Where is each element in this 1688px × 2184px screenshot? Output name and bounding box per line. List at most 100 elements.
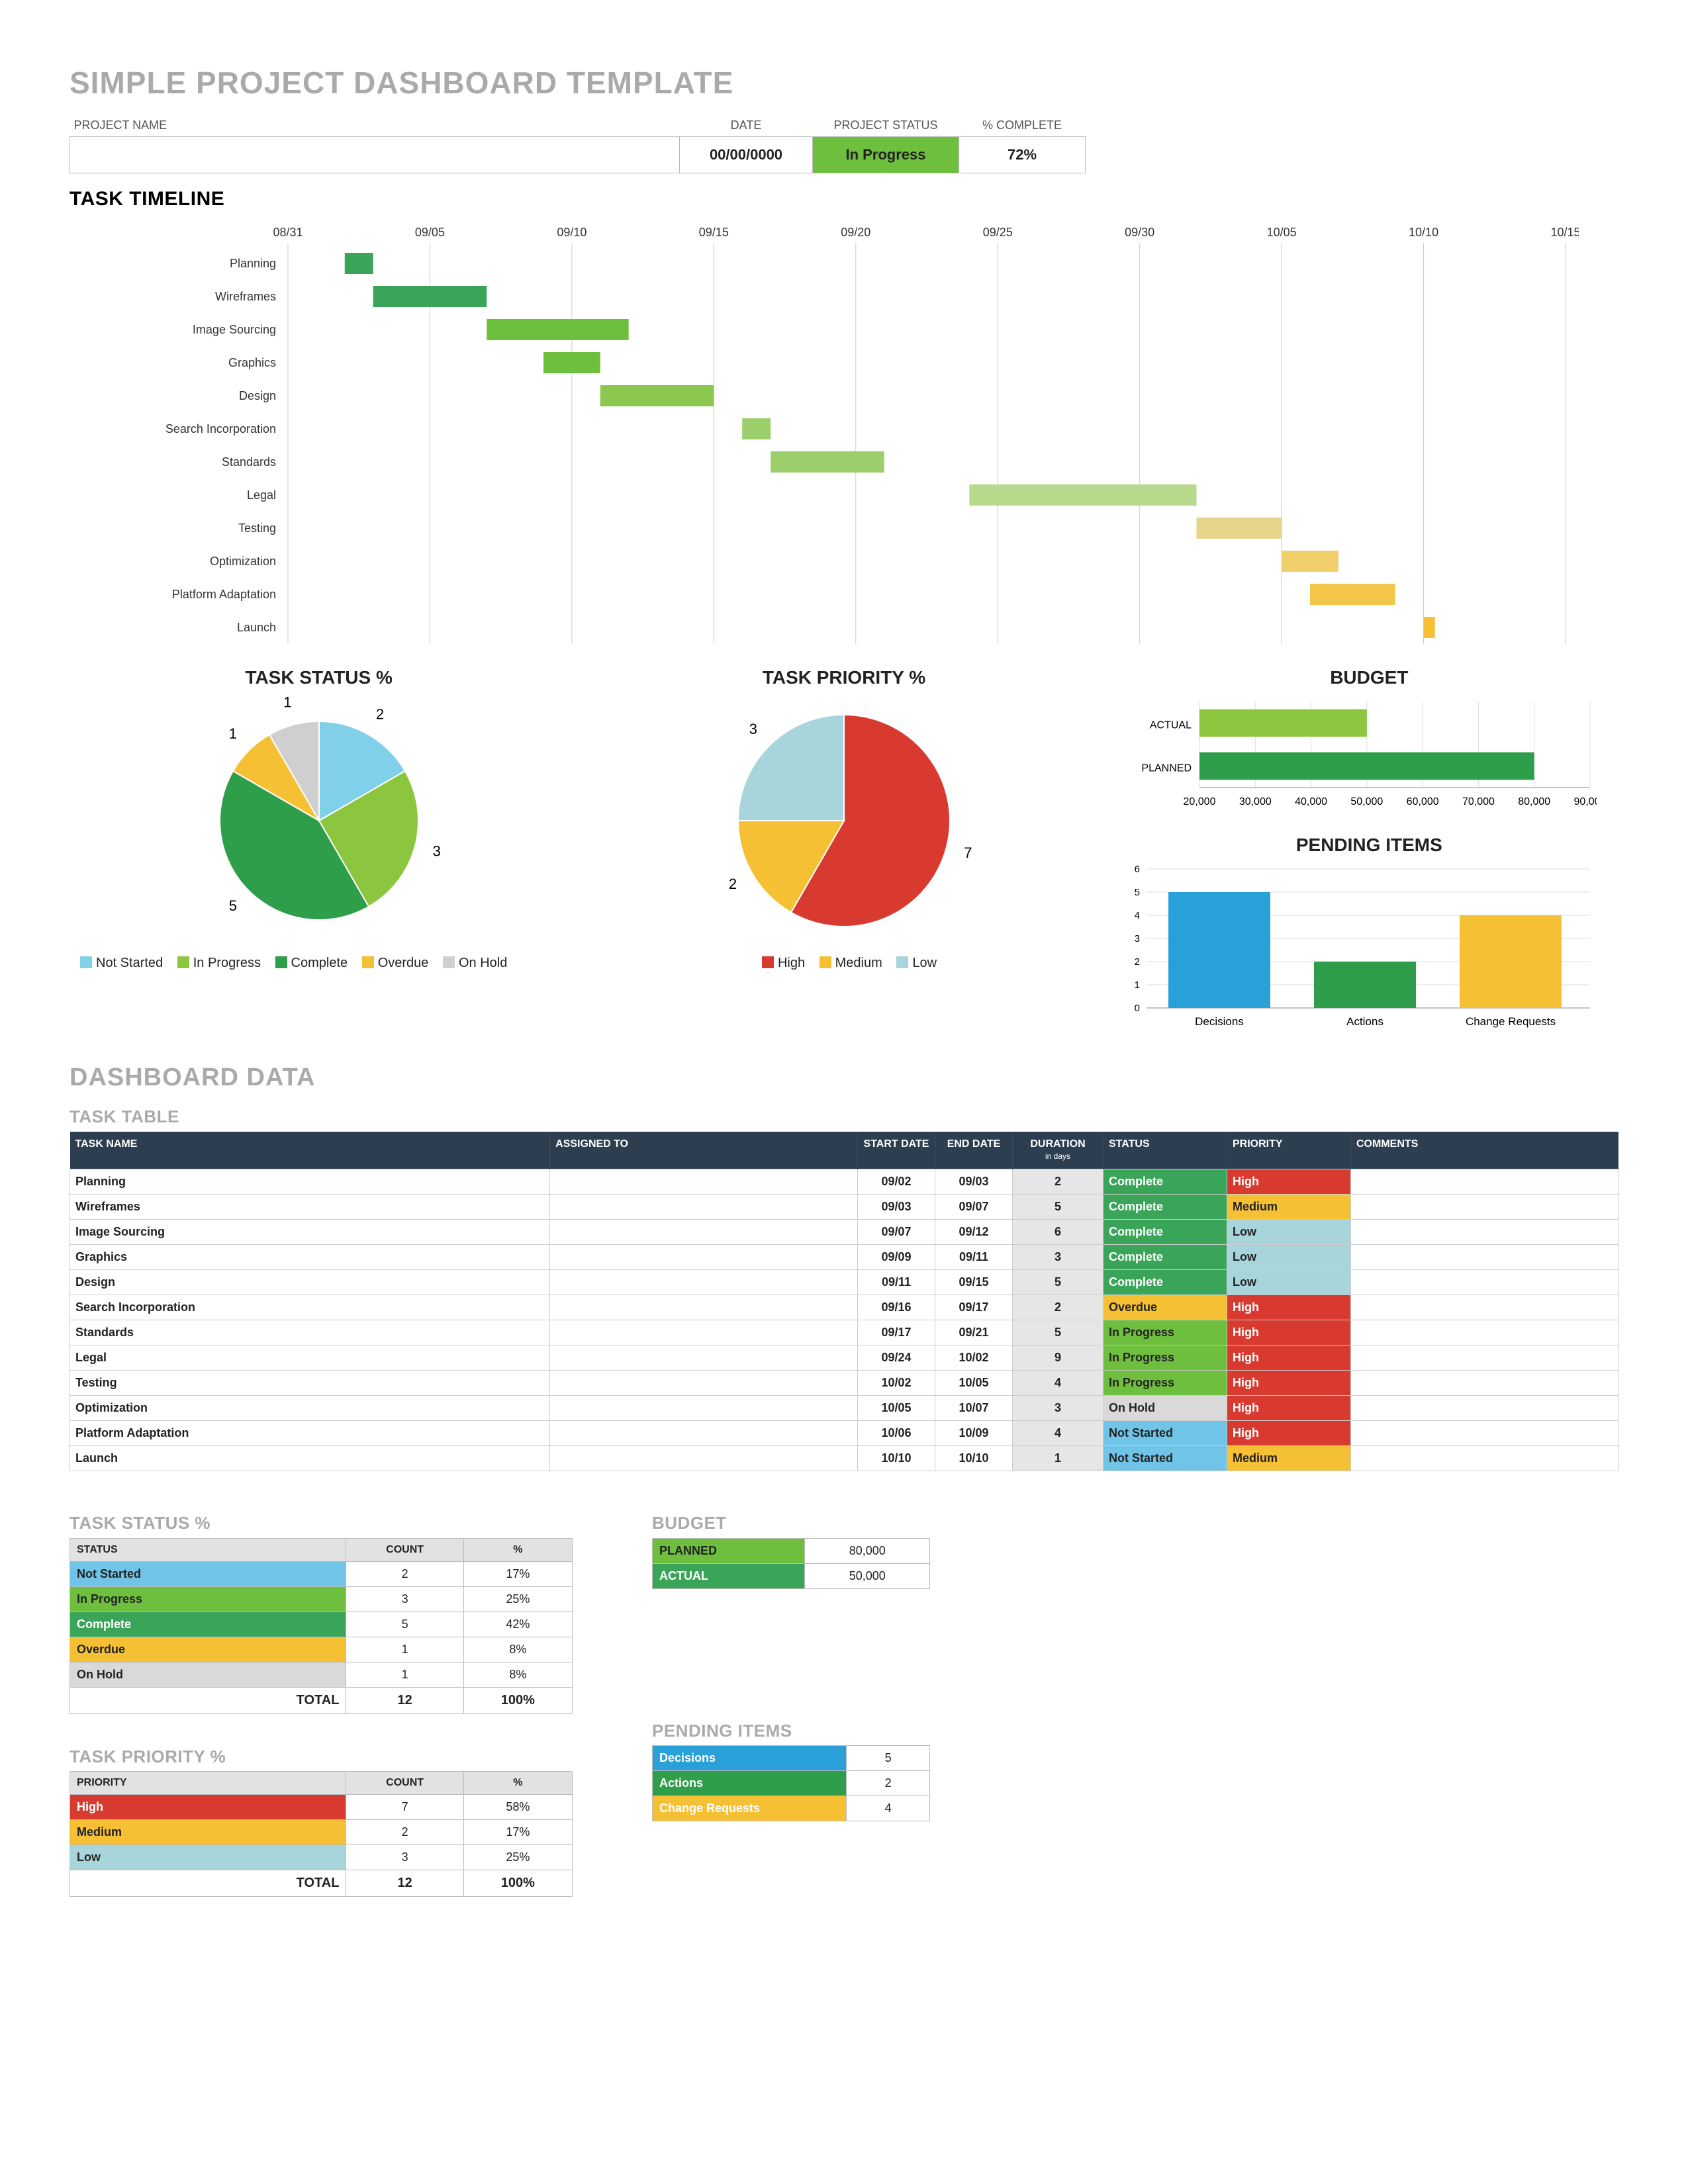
status-cell[interactable]: In Progress [813,136,959,173]
svg-text:1: 1 [283,695,291,710]
table-row[interactable]: Graphics09/0909/113CompleteLow [70,1244,1618,1269]
col-header: COMMENTS [1351,1132,1618,1169]
svg-text:Change Requests: Change Requests [1466,1015,1556,1028]
label-date: DATE [680,118,813,137]
svg-text:Decisions: Decisions [1195,1015,1244,1028]
table-row[interactable]: Image Sourcing09/0709/126CompleteLow [70,1219,1618,1244]
svg-text:Legal: Legal [247,488,276,502]
table-row[interactable]: Search Incorporation09/1609/172OverdueHi… [70,1295,1618,1320]
chart-title: BUDGET [1120,667,1618,688]
budget-table-title: BUDGET [652,1514,930,1533]
svg-text:60,000: 60,000 [1406,796,1438,807]
col-header: PRIORITY [1227,1132,1351,1169]
svg-text:6: 6 [1134,864,1139,875]
svg-text:3: 3 [432,842,440,859]
date-cell[interactable]: 00/00/0000 [680,136,813,173]
svg-text:Design: Design [239,389,276,402]
svg-text:Planning: Planning [230,257,276,270]
label-project-name: PROJECT NAME [70,118,680,137]
chart-title: PENDING ITEMS [1120,835,1618,856]
svg-text:3: 3 [1134,933,1139,944]
svg-text:70,000: 70,000 [1462,796,1495,807]
header-block: PROJECT NAME DATE PROJECT STATUS % COMPL… [70,118,1086,173]
col-header: END DATE [935,1132,1013,1169]
svg-text:09/30: 09/30 [1125,226,1154,239]
label-pct: % COMPLETE [959,118,1086,137]
svg-text:10/10: 10/10 [1409,226,1438,239]
svg-text:Actions: Actions [1346,1015,1383,1028]
svg-text:3: 3 [749,720,757,737]
svg-text:Optimization: Optimization [210,555,276,568]
table-row[interactable]: Optimization10/0510/073On HoldHigh [70,1395,1618,1420]
table-row[interactable]: Platform Adaptation10/0610/094Not Starte… [70,1420,1618,1445]
svg-text:Testing: Testing [238,522,276,535]
svg-text:50,000: 50,000 [1350,796,1383,807]
table-row[interactable]: Testing10/0210/054In ProgressHigh [70,1370,1618,1395]
table-row[interactable]: Design09/1109/155CompleteLow [70,1269,1618,1295]
table-row[interactable]: Planning09/0209/032CompleteHigh [70,1169,1618,1194]
right-charts: BUDGET 20,000 30,000 40,000 50,000 60,000 70,… [1120,667,1618,1038]
svg-text:7: 7 [964,844,972,861]
table-row[interactable]: Standards09/1709/215In ProgressHigh [70,1320,1618,1345]
svg-text:1: 1 [1134,979,1139,991]
task-table-title: TASK TABLE [70,1107,1618,1126]
svg-text:09/10: 09/10 [557,226,586,239]
col-header: START DATE [858,1132,935,1169]
svg-text:Graphics: Graphics [228,356,276,369]
svg-text:08/31: 08/31 [273,226,303,239]
svg-text:1: 1 [228,725,236,741]
svg-text:09/15: 09/15 [699,226,729,239]
svg-text:09/05: 09/05 [415,226,445,239]
table-row[interactable]: Launch10/1010/101Not StartedMedium [70,1445,1618,1471]
svg-text:4: 4 [1134,910,1139,921]
svg-text:2: 2 [1134,956,1139,968]
pending-table-title: PENDING ITEMS [652,1721,930,1741]
svg-text:2: 2 [376,705,384,722]
table-row[interactable]: Wireframes09/0309/075CompleteMedium [70,1194,1618,1219]
svg-text:5: 5 [228,897,236,914]
priority-summary-title: TASK PRIORITY % [70,1747,573,1766]
task-timeline-chart: 08/31 09/05 09/10 09/15 09/20 09/25 09/30 10/05… [70,220,1579,644]
svg-text:5: 5 [1134,887,1139,898]
budget-table: PLANNED80,000ACTUAL50,000 [652,1538,930,1589]
svg-text:40,000: 40,000 [1295,796,1327,807]
dashboard-data-title: DASHBOARD DATA [70,1064,1618,1092]
svg-text:09/25: 09/25 [983,226,1013,239]
col-header: DURATIONin days [1013,1132,1103,1169]
svg-text:20,000: 20,000 [1183,796,1215,807]
svg-text:Platform Adaptation: Platform Adaptation [172,588,276,601]
timeline-title: TASK TIMELINE [70,188,1618,210]
task-status-chart: TASK STATUS % 23511 Not Started In Progr… [70,667,568,1038]
svg-text:10/05: 10/05 [1267,226,1297,239]
svg-text:30,000: 30,000 [1239,796,1271,807]
chart-title: TASK PRIORITY % [594,667,1093,688]
svg-text:ACTUAL: ACTUAL [1150,719,1192,731]
svg-text:0: 0 [1134,1003,1139,1014]
project-name-cell[interactable] [70,136,680,173]
task-priority-chart: TASK PRIORITY % 723 High Medium Low [594,667,1093,1038]
page-title: SIMPLE PROJECT DASHBOARD TEMPLATE [70,66,1618,100]
label-status: PROJECT STATUS [813,118,959,137]
col-header: STATUS [1103,1132,1227,1169]
chart-title: TASK STATUS % [70,667,568,688]
status-summary-title: TASK STATUS % [70,1514,573,1533]
svg-text:2: 2 [729,876,737,892]
svg-text:10/15: 10/15 [1550,226,1579,239]
pct-cell[interactable]: 72% [959,136,1086,173]
pending-table: Decisions5Actions2Change Requests4 [652,1745,930,1821]
priority-summary-table: PRIORITYCOUNT%High758%Medium217%Low325%T… [70,1771,573,1897]
svg-text:Search Incorporation: Search Incorporation [165,422,276,435]
svg-text:Wireframes: Wireframes [215,290,276,303]
task-table: TASK NAMEASSIGNED TOSTART DATEEND DATEDU… [70,1132,1618,1471]
svg-text:Standards: Standards [222,455,276,469]
svg-text:90,000: 90,000 [1573,796,1596,807]
svg-text:09/20: 09/20 [841,226,870,239]
col-header: TASK NAME [70,1132,550,1169]
svg-text:Image Sourcing: Image Sourcing [193,323,276,336]
table-row[interactable]: Legal09/2410/029In ProgressHigh [70,1345,1618,1370]
svg-text:80,000: 80,000 [1518,796,1550,807]
svg-text:Launch: Launch [237,621,276,634]
col-header: ASSIGNED TO [550,1132,858,1169]
status-summary-table: STATUSCOUNT%Not Started217%In Progress32… [70,1538,573,1714]
svg-text:PLANNED: PLANNED [1141,762,1192,774]
